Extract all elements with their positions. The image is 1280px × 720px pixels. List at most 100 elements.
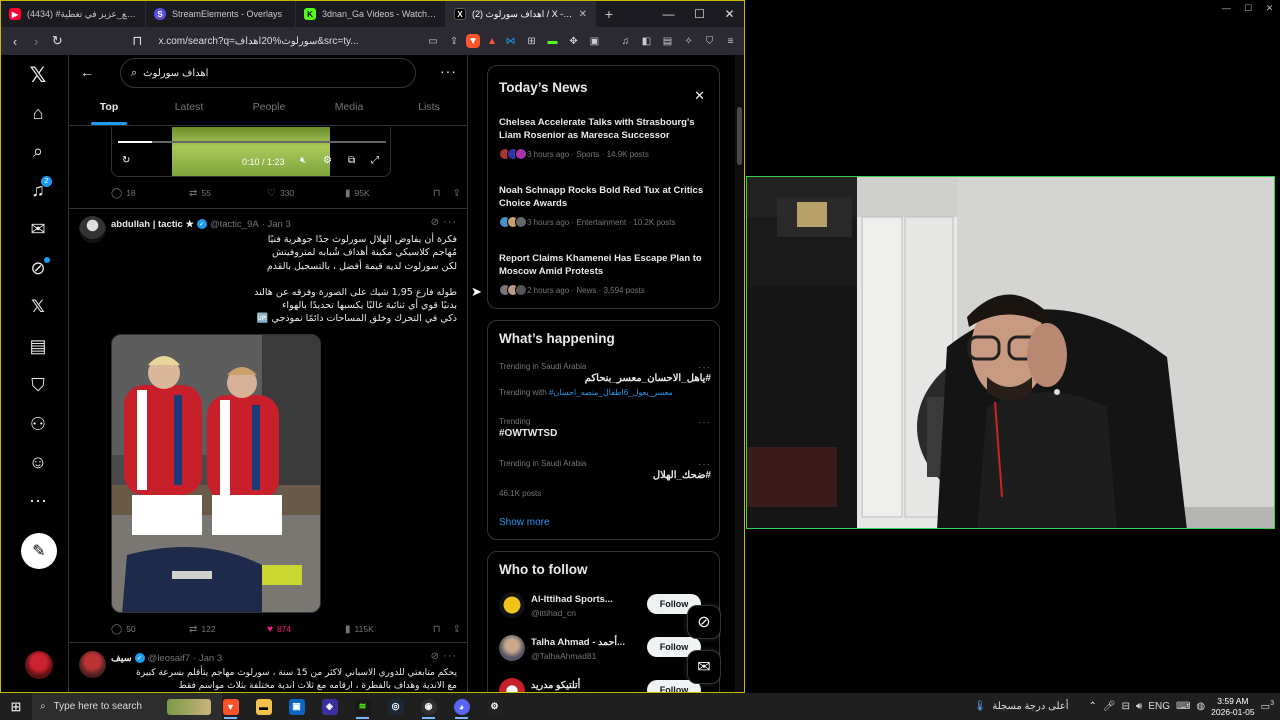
account-name[interactable]: Al-Ittihad Sports... [531, 594, 613, 605]
steam-icon[interactable]: ◎ [379, 693, 412, 720]
account-name[interactable]: Talha Ahmad - أحمد... [531, 637, 625, 648]
chevron-up-icon[interactable]: ⌃ [1089, 701, 1097, 712]
tweet-date[interactable]: · Jan 3 [193, 653, 222, 664]
mute-icon[interactable]: 🔇︎ [300, 155, 306, 166]
like-button[interactable]: ♥ 874 [267, 624, 345, 635]
leo-ai-icon[interactable]: ✧ [679, 32, 698, 50]
author-handle[interactable]: @tactic_9A [210, 219, 259, 230]
communities-icon[interactable]: ⚇ [24, 410, 52, 438]
browser-tab-streamelements[interactable]: S StreamElements - Overlays [146, 1, 296, 27]
account-avatar[interactable] [499, 635, 525, 661]
account-avatar[interactable] [499, 592, 525, 618]
tab-latest[interactable]: Latest [149, 92, 229, 125]
browser-tab-youtube[interactable]: ▶ (4434) #المايك_مع_عزيز في تغطية... [1, 1, 146, 27]
trend-item[interactable]: Trending ··· #OWTWTSD [499, 417, 711, 439]
close-icon[interactable]: ✕ [694, 88, 705, 104]
share-tweet-icon[interactable]: ⇪ [453, 188, 461, 199]
language-indicator[interactable]: ENG [1148, 701, 1170, 712]
extension-icon[interactable]: ⋈ [501, 32, 520, 50]
network-icon[interactable]: ⊟ [1122, 701, 1130, 712]
messages-float-button[interactable]: ✉ [687, 650, 721, 684]
brave-taskbar-icon[interactable]: ▼ [214, 693, 247, 720]
tweet-more-icon[interactable]: ··· [443, 216, 457, 228]
input-method-icon[interactable]: ⌨ [1176, 701, 1190, 712]
premium-x-icon[interactable]: 𝕏 [24, 293, 52, 321]
grok-explain-icon[interactable]: ⊘ [431, 651, 439, 662]
more-circle-icon[interactable]: ⋯ [24, 487, 52, 515]
views-button[interactable]: ▮ 95K [345, 188, 423, 199]
tweet[interactable]: abdullah | tactic ★ ✓ @tactic_9A · Jan 3… [69, 208, 467, 640]
messages-icon[interactable]: ✉ [24, 215, 52, 243]
app-icon[interactable]: ⚙ [478, 693, 511, 720]
trend-item[interactable]: Trending in Saudi Arabia ··· #ياهل_الاحس… [499, 362, 711, 397]
explore-search-icon[interactable]: ⌕ [24, 137, 52, 165]
account-avatar[interactable] [25, 651, 53, 679]
extension-icon[interactable]: ⊞ [522, 32, 541, 50]
clock[interactable]: 3:59 AM 2026-01-05 [1211, 696, 1254, 718]
follow-suggestion[interactable]: Al-Ittihad Sports... @ittihad_cn Follow [499, 592, 711, 622]
grok-icon[interactable]: ⊘ [24, 254, 52, 282]
account-avatar[interactable] [499, 678, 525, 692]
app-icon[interactable]: ◈ [313, 693, 346, 720]
bookmark-icon[interactable]: ⊓ [128, 31, 146, 51]
tweet-author-avatar[interactable] [79, 651, 106, 678]
video-progress-bar[interactable] [118, 141, 386, 143]
bookmark-tweet-icon[interactable]: ⊓ [433, 188, 441, 199]
profile-icon[interactable]: ☺ [24, 448, 52, 476]
bookmark-tweet-icon[interactable]: ⊓ [433, 624, 441, 635]
bookmarks-icon[interactable]: ⛉ [24, 371, 52, 399]
volume-icon[interactable]: 🔊︎ [1136, 701, 1142, 712]
sidebar-icon[interactable]: ◧ [637, 32, 656, 50]
more-options-icon[interactable]: ··· [440, 63, 457, 79]
tweet-author-avatar[interactable] [79, 216, 106, 243]
browser-tab-kick[interactable]: K 3dnan_Ga Videos - Watch On... [296, 1, 446, 27]
windows-start-icon[interactable]: ⊞ [0, 693, 32, 720]
menu-icon[interactable]: ≡ [721, 32, 740, 50]
notifications-icon[interactable]: ♫ 2 [24, 176, 52, 204]
news-item[interactable]: Noah Schnapp Rocks Bold Red Tux at Criti… [499, 184, 713, 230]
tab-people[interactable]: People [229, 92, 309, 125]
back-arrow-icon[interactable]: ← [80, 64, 94, 80]
tab-lists[interactable]: Lists [389, 92, 467, 125]
discord-icon[interactable]: ◕ [445, 693, 478, 720]
author-name[interactable]: سيف [111, 653, 132, 664]
app-icon[interactable]: ≋ [346, 693, 379, 720]
obs-icon[interactable]: ◉ [412, 693, 445, 720]
tweet-photo[interactable] [111, 334, 321, 613]
close-window-icon[interactable]: ✕ [1266, 3, 1274, 14]
reload-icon[interactable]: ↻ [48, 31, 66, 51]
follow-suggestion[interactable]: أتلتيكو مدريد Follow [499, 678, 711, 692]
extension-icon[interactable]: ▬ [543, 32, 562, 50]
notification-center-icon[interactable]: ▭3 [1261, 700, 1274, 712]
media-icon[interactable]: ♫ [616, 32, 635, 50]
account-name[interactable]: أتلتيكو مدريد [531, 680, 580, 691]
address-bar[interactable]: x.com/search?q=سورلوث%20اهداف&src=ty... [152, 31, 420, 51]
widgets-icon[interactable] [164, 693, 214, 720]
share-icon[interactable]: ⇪ [445, 32, 463, 50]
extension-icon[interactable]: ▣ [585, 32, 604, 50]
trend-more-icon[interactable]: ··· [698, 459, 711, 470]
reply-button[interactable]: ◯ 50 [111, 624, 189, 635]
store-icon[interactable]: ▣ [280, 693, 313, 720]
replay-icon[interactable]: ↻ [122, 155, 130, 166]
browser-tab-x-search[interactable]: X (2) اهداف سورلوث / X - Search ✕ [446, 1, 596, 27]
new-tab-button[interactable]: + [596, 6, 622, 22]
brave-shields-icon[interactable]: ▼ [466, 34, 481, 48]
weather-thermometer-icon[interactable]: 🌡︎ [974, 701, 987, 712]
news-item[interactable]: Chelsea Accelerate Talks with Strasbourg… [499, 116, 713, 162]
trending-with-tag[interactable]: #معسر_يعول_6اطفال_منصه_احسان [549, 388, 673, 397]
grok-float-button[interactable]: ⊘ [687, 605, 721, 639]
tab-media[interactable]: Media [309, 92, 389, 125]
compose-post-button[interactable]: ✎ [21, 533, 57, 569]
puzzle-icon[interactable]: ✥ [564, 32, 583, 50]
tab-top[interactable]: Top [69, 92, 149, 125]
show-more-link[interactable]: Show more [499, 517, 550, 528]
fullscreen-icon[interactable]: ⤢ [371, 155, 379, 166]
wallet-icon[interactable]: ▤ [658, 32, 677, 50]
author-handle[interactable]: @leosaif7 [148, 653, 190, 664]
search-input[interactable]: ⌕ اهداف سورلوث [120, 58, 416, 88]
video-settings-icon[interactable]: ⚙ [323, 155, 332, 166]
repost-button[interactable]: ⇄ 55 [189, 188, 267, 199]
minimize-icon[interactable]: — [1222, 3, 1231, 13]
author-name[interactable]: abdullah | tactic ★ [111, 219, 194, 230]
